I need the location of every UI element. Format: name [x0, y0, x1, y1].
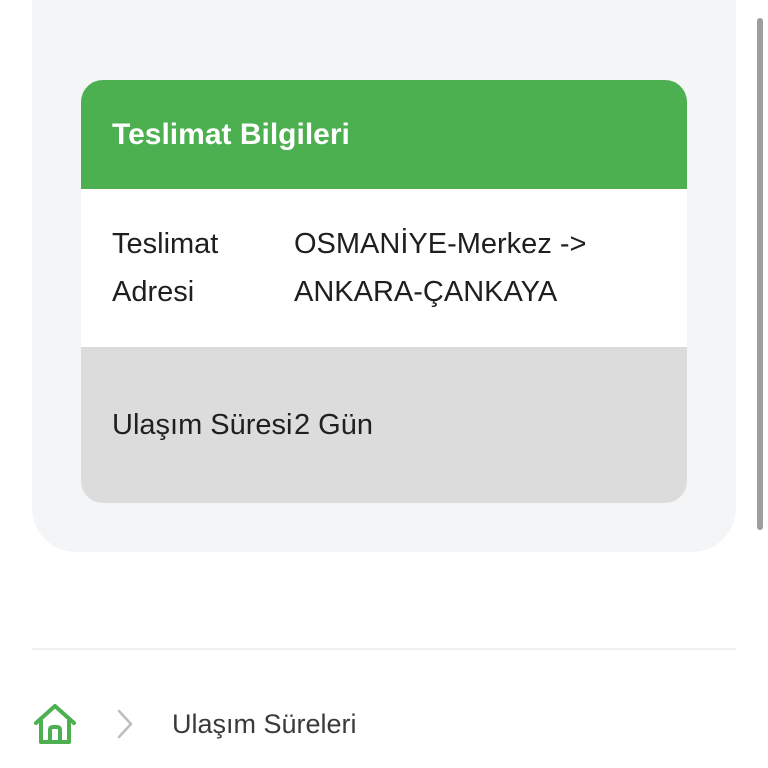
card-title: Teslimat Bilgileri — [112, 117, 350, 151]
scrollbar[interactable] — [757, 18, 763, 530]
divider — [32, 648, 736, 650]
home-icon[interactable] — [32, 702, 78, 746]
card-header: Teslimat Bilgileri — [81, 80, 687, 189]
breadcrumb: Ulaşım Süreleri — [32, 700, 357, 748]
delivery-address-value: OSMANİYE-Merkez -> ANKARA-ÇANKAYA — [294, 228, 587, 308]
transit-time-row: Ulaşım Süresi 2 Gün — [81, 347, 687, 503]
page: Teslimat Bilgileri Teslimat Adresi OSMAN… — [0, 0, 768, 768]
transit-time-label: Ulaşım Süresi — [112, 409, 293, 441]
delivery-info-card: Teslimat Bilgileri Teslimat Adresi OSMAN… — [81, 80, 687, 503]
breadcrumb-current: Ulaşım Süreleri — [172, 708, 357, 739]
transit-time-value: 2 Gün — [294, 409, 373, 441]
chevron-right-icon — [116, 708, 134, 740]
delivery-address-row: Teslimat Adresi OSMANİYE-Merkez -> ANKAR… — [81, 189, 687, 347]
delivery-address-label: Teslimat Adresi — [112, 228, 219, 308]
